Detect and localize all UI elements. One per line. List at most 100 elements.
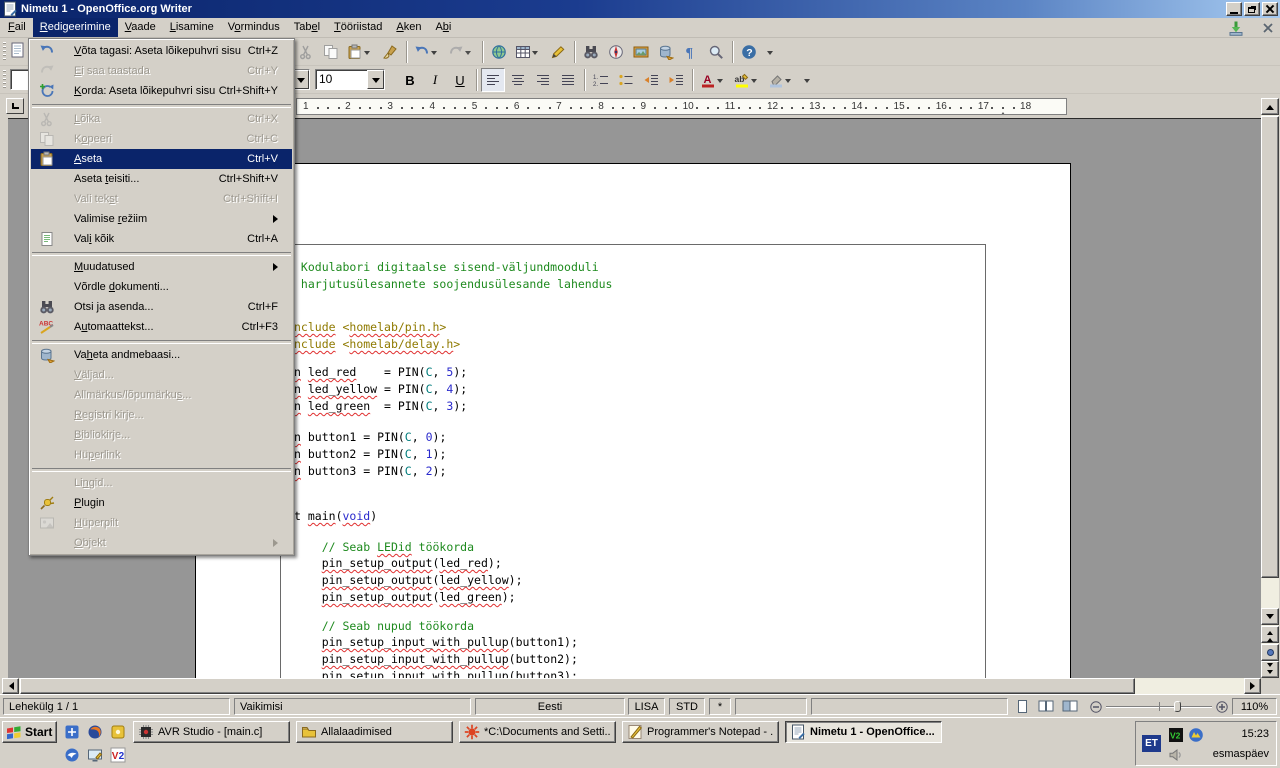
pencil-button[interactable]: [546, 40, 570, 64]
find-button[interactable]: [579, 40, 603, 64]
numlist-button[interactable]: 1.2.: [589, 68, 613, 92]
right-indent-marker[interactable]: [999, 108, 1007, 115]
chevron-down-icon[interactable]: [716, 68, 724, 92]
media-tray-icon[interactable]: [1188, 727, 1204, 743]
restore-button[interactable]: [1244, 2, 1260, 16]
copy-button[interactable]: [319, 40, 343, 64]
menu-fail[interactable]: Fail: [1, 18, 33, 37]
chevron-down-icon[interactable]: [367, 70, 384, 89]
edit-menu-item-korda-aseta-lõikepuhvri-sisu[interactable]: Korda: Aseta lõikepuhvri sisuCtrl+Shift+…: [31, 81, 292, 101]
yellow-app-icon[interactable]: [110, 724, 127, 741]
book-view-button[interactable]: [1060, 698, 1080, 715]
toolbar-grip[interactable]: [3, 42, 6, 62]
magnifier-button[interactable]: [704, 40, 728, 64]
minimize-button[interactable]: [1226, 2, 1242, 16]
edit-menu-item-kopeeri[interactable]: KopeeriCtrl+C: [31, 129, 292, 149]
indent-button[interactable]: [664, 68, 688, 92]
edit-menu-item-hüperpilt[interactable]: Hüperpilt: [31, 513, 292, 533]
vertical-scrollbar[interactable]: [1261, 98, 1279, 678]
zoom-slider-thumb[interactable]: [1174, 701, 1181, 712]
menu-vormindus[interactable]: Vormindus: [221, 18, 287, 37]
edit-menu-item-automaattekst[interactable]: ABCAutomaattekst...Ctrl+F3: [31, 317, 292, 337]
alignJ-button[interactable]: [556, 68, 580, 92]
chevron-down-icon[interactable]: [750, 68, 758, 92]
edit-menu-item-bibliokirje[interactable]: Bibliokirje...: [31, 425, 292, 445]
status-insert-mode[interactable]: LISA: [628, 698, 665, 715]
clock[interactable]: 15:23: [1241, 728, 1269, 740]
vnc-tray-icon[interactable]: V2: [1168, 727, 1184, 743]
chevron-down-icon[interactable]: [784, 68, 792, 92]
paste-button[interactable]: [344, 40, 377, 64]
previous-page-button[interactable]: [1261, 626, 1279, 643]
taskbar-window-c-documents-and-setti[interactable]: *C:\Documents and Setti...: [459, 721, 616, 743]
bgcolor-button[interactable]: [765, 68, 798, 92]
edit-menu-item-ei-saa-taastada[interactable]: Ei saa taastadaCtrl+Y: [31, 61, 292, 81]
edit-menu-item-aseta-teisiti[interactable]: Aseta teisiti...Ctrl+Shift+V: [31, 169, 292, 189]
edit-menu-item-võrdle-dokumenti[interactable]: Võrdle dokumenti...: [31, 277, 292, 297]
edit-menu-item-hüperlink[interactable]: Hüperlink: [31, 445, 292, 465]
status-zoom-value[interactable]: 110%: [1232, 698, 1277, 715]
status-page-count[interactable]: Lehekülg 1 / 1: [3, 698, 230, 715]
edit-menu-item-vali-tekst[interactable]: Vali tekstCtrl+Shift+I: [31, 189, 292, 209]
edit-menu-item-muudatused[interactable]: Muudatused: [31, 257, 292, 277]
undo-button[interactable]: [411, 40, 444, 64]
toolbar-overflow-icon[interactable]: [803, 68, 811, 92]
edit-menu-item-vaheta-andmebaasi[interactable]: Vaheta andmebaasi...: [31, 345, 292, 365]
firefox-icon[interactable]: [87, 724, 104, 741]
help-button[interactable]: ?: [737, 40, 761, 64]
edit-menu-item-võta-tagasi-aseta-lõikepuhvri-sisu[interactable]: Võta tagasi: Aseta lõikepuhvri sisuCtrl+…: [31, 41, 292, 61]
multi-page-view-button[interactable]: [1036, 698, 1056, 715]
scroll-right-button[interactable]: [1244, 678, 1261, 694]
fontcolor-button[interactable]: A: [697, 68, 730, 92]
show-desktop-icon[interactable]: [87, 747, 104, 764]
globe-button[interactable]: [487, 40, 511, 64]
close-document-icon[interactable]: [1260, 20, 1276, 36]
thunderbird-icon[interactable]: [64, 747, 81, 764]
vnc-icon[interactable]: V2: [110, 747, 127, 764]
menu-tabel[interactable]: Tabel: [287, 18, 327, 37]
zoom-out-button[interactable]: [1090, 701, 1102, 713]
pilcrow-button[interactable]: ¶: [679, 40, 703, 64]
edit-menu-item-valimise-režiim[interactable]: Valimise režiim: [31, 209, 292, 229]
horizontal-scrollbar[interactable]: [2, 678, 1261, 694]
edit-menu-item-lingid[interactable]: Lingid...: [31, 473, 292, 493]
table-button[interactable]: [512, 40, 545, 64]
edit-menu-item-aseta[interactable]: AsetaCtrl+V: [31, 149, 292, 169]
status-page-style[interactable]: Vaikimisi: [234, 698, 471, 715]
bullist-button[interactable]: [614, 68, 638, 92]
new-document-button[interactable]: [10, 42, 28, 62]
underline-button[interactable]: U: [448, 68, 472, 92]
status-selection-mode[interactable]: STD: [669, 698, 705, 715]
edit-menu-item-väljad[interactable]: Väljad...: [31, 365, 292, 385]
bold-button[interactable]: B: [398, 68, 422, 92]
alignL-button[interactable]: [481, 68, 505, 92]
menu-vaade[interactable]: Vaade: [118, 18, 163, 37]
menu-abi[interactable]: Abi: [428, 18, 458, 37]
compass-button[interactable]: [604, 40, 628, 64]
alignC-button[interactable]: [506, 68, 530, 92]
edit-menu-item-vali-kõik[interactable]: Vali kõikCtrl+A: [31, 229, 292, 249]
taskbar-window-nimetu-1-openoffice[interactable]: Nimetu 1 - OpenOffice...: [785, 721, 942, 743]
status-modified-flag[interactable]: *: [709, 698, 731, 715]
scroll-down-button[interactable]: [1261, 608, 1279, 625]
edit-menu-item-registri-kirje[interactable]: Registri kirje...: [31, 405, 292, 425]
cut-button[interactable]: [294, 40, 318, 64]
edit-menu-item-objekt[interactable]: Objekt: [31, 533, 292, 553]
chevron-down-icon[interactable]: [464, 40, 472, 64]
single-page-view-button[interactable]: [1012, 698, 1032, 715]
taskbar-window-avr-studio-main-c[interactable]: AVR Studio - [main.c]: [133, 721, 290, 743]
gallery-button[interactable]: [629, 40, 653, 64]
taskbar-window-allalaadimised[interactable]: Allalaadimised: [296, 721, 453, 743]
chevron-down-icon[interactable]: [531, 40, 539, 64]
edit-menu-item-plugin[interactable]: Plugin: [31, 493, 292, 513]
alignR-button[interactable]: [531, 68, 555, 92]
chevron-down-icon[interactable]: [430, 40, 438, 64]
menu-aken[interactable]: Aken: [389, 18, 428, 37]
menu-tööriistad[interactable]: Tööriistad: [327, 18, 389, 37]
chevron-down-icon[interactable]: [363, 40, 371, 64]
edit-menu-item-lõika[interactable]: LõikaCtrl+X: [31, 109, 292, 129]
highlight-button[interactable]: ab: [731, 68, 764, 92]
toolbar-grip[interactable]: [3, 70, 6, 90]
scroll-up-button[interactable]: [1261, 98, 1279, 115]
zoom-in-button[interactable]: [1216, 701, 1228, 713]
